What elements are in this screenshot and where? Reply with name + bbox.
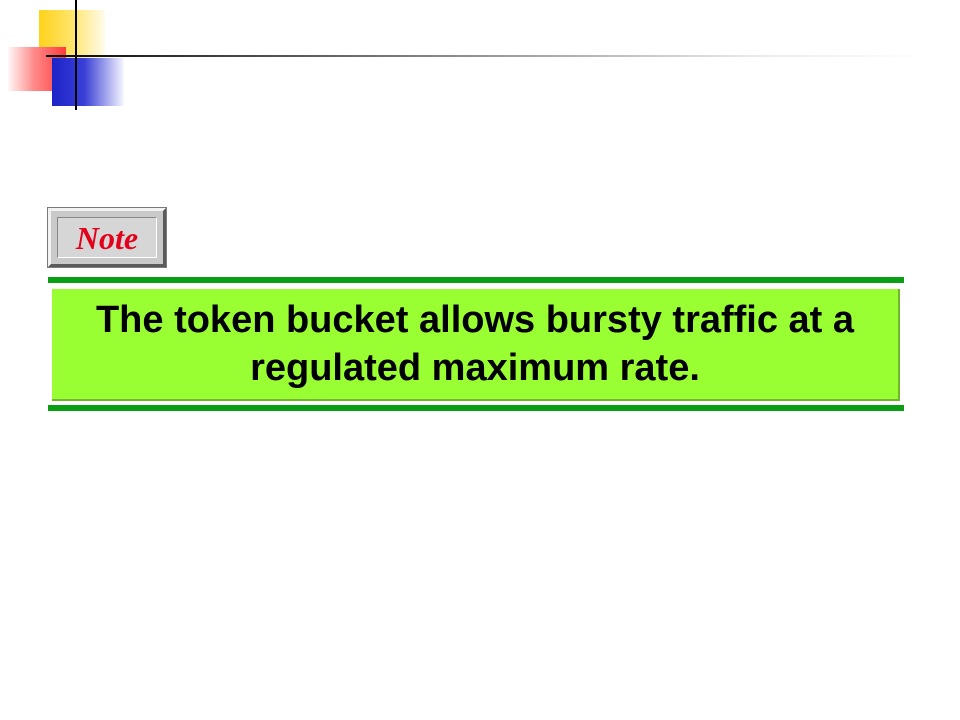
note-badge-inner: Note xyxy=(57,217,157,258)
note-badge: Note xyxy=(47,207,167,268)
blue-square-decoration xyxy=(52,58,124,106)
statement-text: The token bucket allows bursty traffic a… xyxy=(95,299,855,389)
note-label: Note xyxy=(75,219,139,256)
top-green-rule xyxy=(48,277,904,283)
bottom-green-rule xyxy=(48,405,904,411)
statement-box: The token bucket allows bursty traffic a… xyxy=(52,289,900,401)
horizontal-header-line xyxy=(46,55,926,57)
